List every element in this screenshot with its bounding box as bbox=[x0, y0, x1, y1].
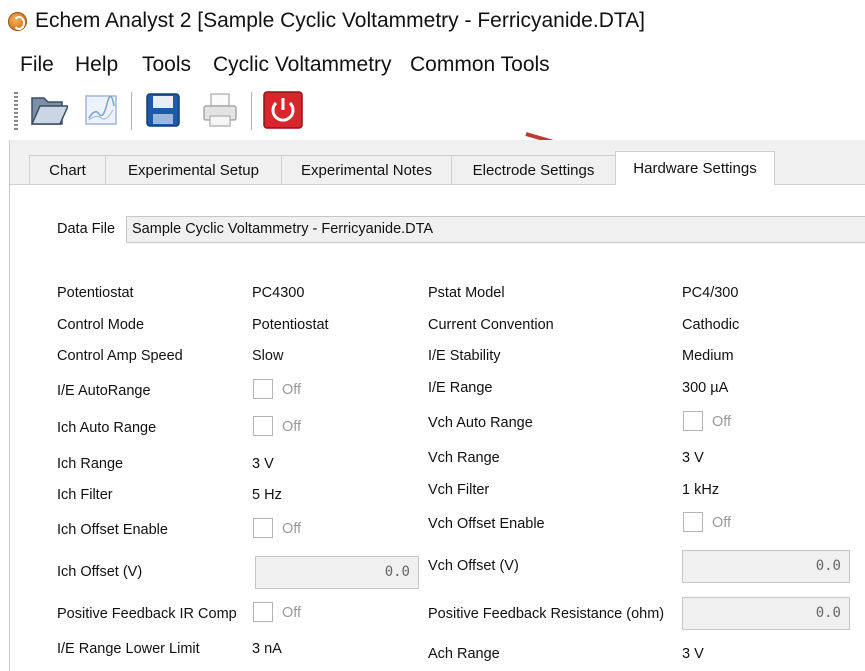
ich-offset-label: Ich Offset (V) bbox=[57, 564, 143, 580]
menu-help[interactable]: Help bbox=[75, 53, 118, 77]
open-folder-icon[interactable] bbox=[28, 88, 70, 130]
vch-offset-enable-off-text: Off bbox=[712, 515, 732, 531]
ich-offset-enable-label: Ich Offset Enable bbox=[57, 522, 168, 538]
positive-feedback-resistance-label: Positive Feedback Resistance (ohm) bbox=[428, 606, 665, 622]
toolbar-separator bbox=[251, 92, 252, 130]
print-icon[interactable] bbox=[200, 88, 240, 130]
app-logo-icon bbox=[8, 12, 27, 31]
vch-range-label: Vch Range bbox=[428, 450, 500, 466]
tab-strip: Chart Experimental Setup Experimental No… bbox=[9, 151, 865, 185]
tab-experimental-notes[interactable]: Experimental Notes bbox=[281, 155, 452, 184]
data-file-field[interactable]: Sample Cyclic Voltammetry - Ferricyanide… bbox=[126, 216, 865, 243]
vch-offset-input[interactable]: 0.0 bbox=[682, 550, 850, 583]
positive-feedback-ir-comp-off-text: Off bbox=[282, 605, 302, 621]
vch-filter-value: 1 kHz bbox=[682, 482, 720, 498]
potentiostat-label: Potentiostat bbox=[57, 285, 134, 301]
toolbar bbox=[0, 84, 865, 134]
ich-auto-range-off-text: Off bbox=[282, 419, 302, 435]
menu-bar: File Help Tools Cyclic Voltammetry Commo… bbox=[0, 50, 865, 82]
ie-autorange-checkbox[interactable] bbox=[253, 379, 273, 399]
ich-range-value: 3 V bbox=[252, 456, 274, 472]
ich-range-label: Ich Range bbox=[57, 456, 124, 472]
tab-chart[interactable]: Chart bbox=[29, 155, 106, 184]
power-icon[interactable] bbox=[262, 88, 303, 130]
current-convention-label: Current Convention bbox=[428, 317, 554, 333]
control-mode-value: Potentiostat bbox=[252, 317, 329, 333]
menu-tools[interactable]: Tools bbox=[142, 53, 191, 77]
control-mode-label: Control Mode bbox=[57, 317, 145, 333]
vch-auto-range-checkbox[interactable] bbox=[683, 411, 703, 431]
title-bar: Echem Analyst 2 [Sample Cyclic Voltammet… bbox=[0, 0, 865, 46]
ie-range-label: I/E Range bbox=[428, 380, 493, 396]
ich-offset-input[interactable]: 0.0 bbox=[255, 556, 419, 589]
positive-feedback-resistance-input[interactable]: 0.0 bbox=[682, 597, 850, 630]
tab-electrode-settings[interactable]: Electrode Settings bbox=[451, 155, 616, 184]
ich-offset-enable-off-text: Off bbox=[282, 521, 302, 537]
ich-filter-value: 5 Hz bbox=[252, 487, 282, 503]
menu-cyclic-voltammetry[interactable]: Cyclic Voltammetry bbox=[213, 53, 392, 77]
current-convention-value: Cathodic bbox=[682, 317, 740, 333]
ie-autorange-label: I/E AutoRange bbox=[57, 383, 151, 399]
ie-stability-value: Medium bbox=[682, 348, 734, 364]
vch-auto-range-off-text: Off bbox=[712, 414, 732, 430]
tab-hardware-settings[interactable]: Hardware Settings bbox=[615, 151, 775, 185]
positive-feedback-ir-comp-label: Positive Feedback IR Comp bbox=[57, 606, 237, 622]
vch-auto-range-label: Vch Auto Range bbox=[428, 415, 533, 431]
toolbar-separator bbox=[131, 92, 132, 130]
ie-stability-label: I/E Stability bbox=[428, 348, 501, 364]
ie-autorange-off-text: Off bbox=[282, 382, 302, 398]
ie-range-value: 300 µA bbox=[682, 380, 729, 396]
menu-file[interactable]: File bbox=[20, 53, 54, 77]
vch-offset-enable-checkbox[interactable] bbox=[683, 512, 703, 532]
data-file-label: Data File bbox=[57, 221, 116, 237]
ich-auto-range-checkbox[interactable] bbox=[253, 416, 273, 436]
ich-filter-label: Ich Filter bbox=[57, 487, 113, 503]
window-title: Echem Analyst 2 [Sample Cyclic Voltammet… bbox=[35, 9, 645, 32]
control-amp-speed-value: Slow bbox=[252, 348, 284, 364]
ich-auto-range-label: Ich Auto Range bbox=[57, 420, 157, 436]
chart-icon[interactable] bbox=[82, 88, 122, 130]
ach-range-label: Ach Range bbox=[428, 646, 500, 662]
ach-range-value: 3 V bbox=[682, 646, 704, 662]
potentiostat-value: PC4300 bbox=[252, 285, 305, 301]
pstat-model-value: PC4/300 bbox=[682, 285, 739, 301]
save-icon[interactable] bbox=[143, 88, 183, 130]
tab-experimental-setup[interactable]: Experimental Setup bbox=[105, 155, 282, 184]
vch-offset-label: Vch Offset (V) bbox=[428, 558, 519, 574]
menu-common-tools[interactable]: Common Tools bbox=[410, 53, 550, 77]
ie-range-lower-limit-value: 3 nA bbox=[252, 641, 282, 657]
vch-range-value: 3 V bbox=[682, 450, 704, 466]
ie-range-lower-limit-label: I/E Range Lower Limit bbox=[57, 641, 200, 657]
positive-feedback-ir-comp-checkbox[interactable] bbox=[253, 602, 273, 622]
control-amp-speed-label: Control Amp Speed bbox=[57, 348, 183, 364]
ich-offset-enable-checkbox[interactable] bbox=[253, 518, 273, 538]
vch-offset-enable-label: Vch Offset Enable bbox=[428, 516, 545, 532]
pstat-model-label: Pstat Model bbox=[428, 285, 505, 301]
toolbar-grip[interactable] bbox=[14, 92, 18, 130]
vch-filter-label: Vch Filter bbox=[428, 482, 490, 498]
